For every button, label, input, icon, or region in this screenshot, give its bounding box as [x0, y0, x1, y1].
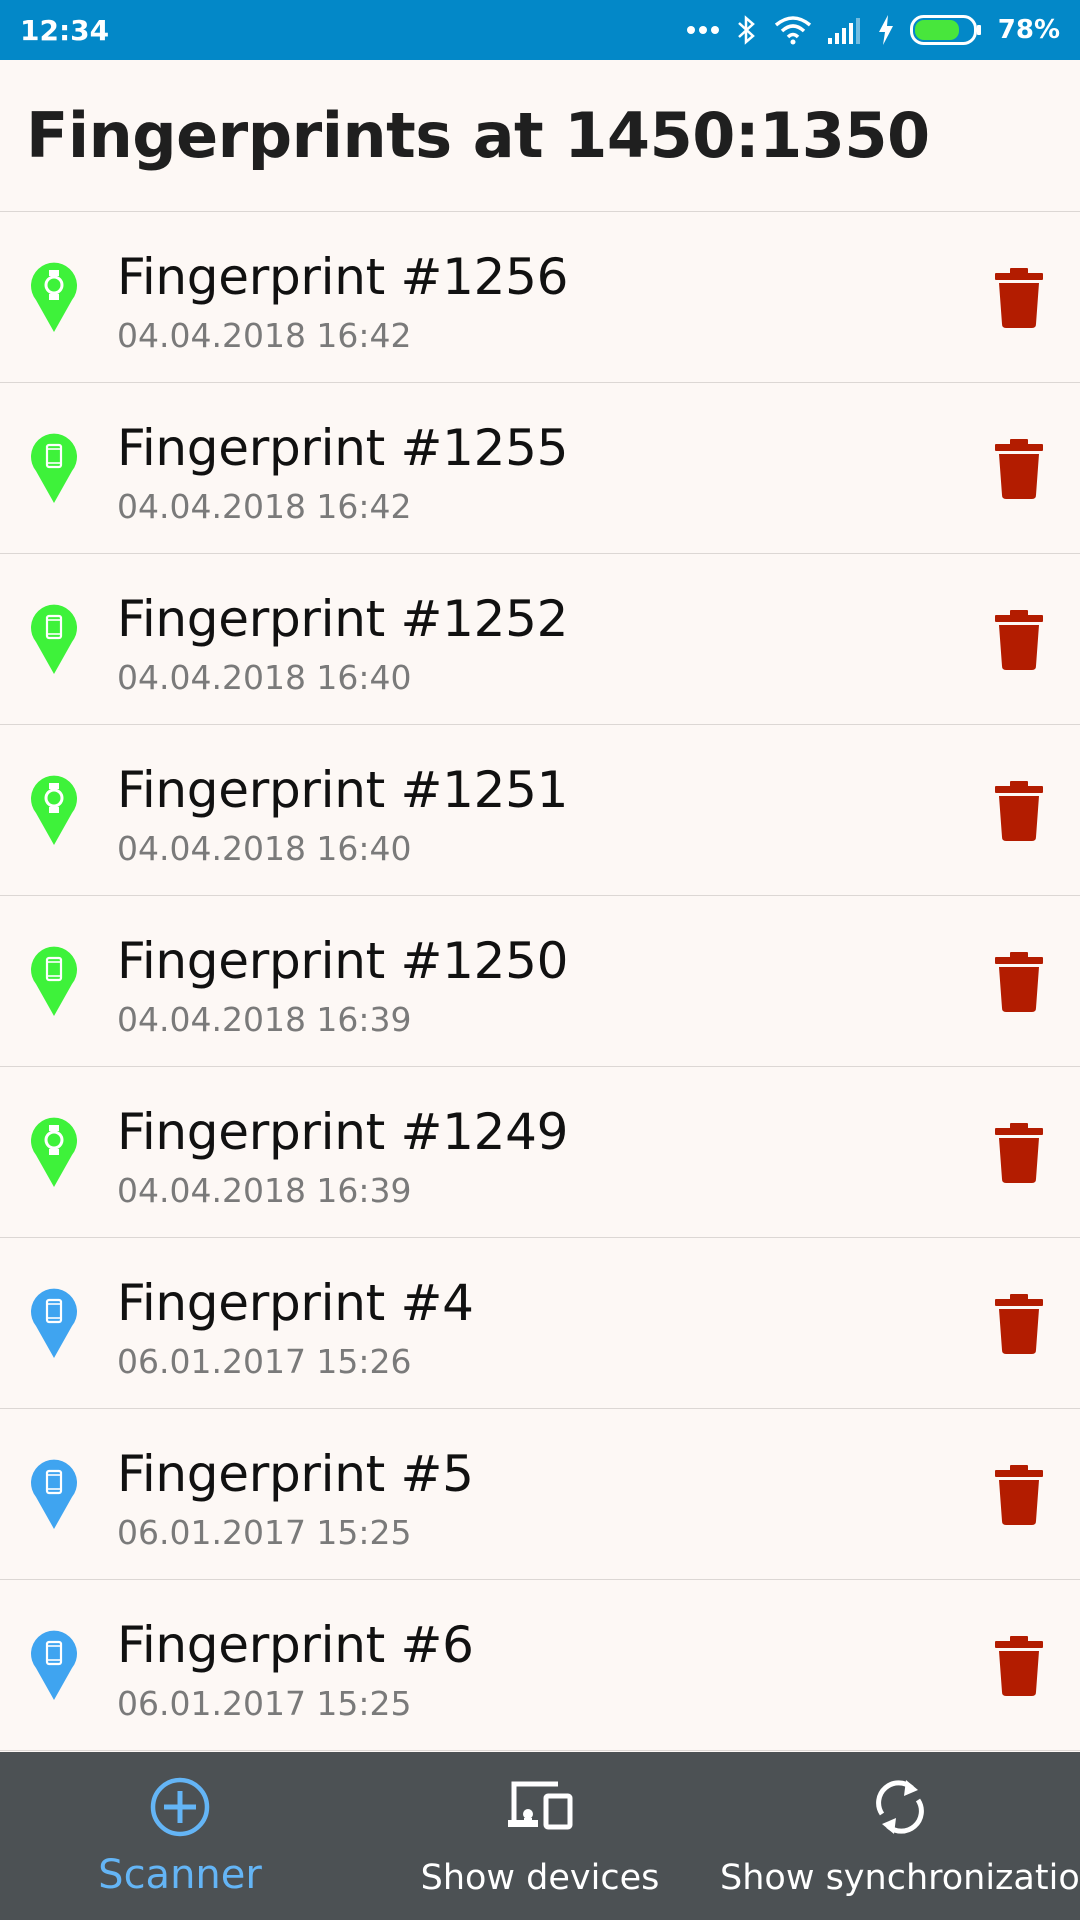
fingerprint-title: Fingerprint #1255	[117, 419, 569, 477]
fingerprint-date: 06.01.2017 15:26	[117, 1342, 412, 1381]
nav-show-synchronization-label: Show synchronization	[720, 1858, 1080, 1898]
charging-icon	[878, 15, 893, 45]
fingerprint-title: Fingerprint #5	[117, 1445, 474, 1503]
signal-icon	[827, 18, 860, 44]
watch-location-pin-icon	[31, 775, 78, 845]
fingerprint-title: Fingerprint #1250	[117, 932, 569, 990]
fingerprint-date: 06.01.2017 15:25	[117, 1684, 412, 1723]
list-item[interactable]: Fingerprint #4 06.01.2017 15:26	[0, 1238, 1080, 1409]
fingerprint-date: 06.01.2017 15:25	[117, 1513, 412, 1552]
list-item[interactable]: Fingerprint #1249 04.04.2018 16:39	[0, 1067, 1080, 1238]
trash-icon[interactable]	[994, 952, 1044, 1012]
sync-icon	[876, 1780, 924, 1834]
nav-show-devices[interactable]: Show devices	[360, 1752, 720, 1920]
fingerprint-date: 04.04.2018 16:40	[117, 829, 412, 868]
list-item[interactable]: Fingerprint #1250 04.04.2018 16:39	[0, 896, 1080, 1067]
phone-location-pin-icon	[31, 1288, 78, 1358]
list-item[interactable]: Fingerprint #1255 04.04.2018 16:42	[0, 383, 1080, 554]
trash-icon[interactable]	[994, 1465, 1044, 1525]
bluetooth-icon	[737, 15, 755, 45]
fingerprint-title: Fingerprint #1256	[117, 248, 569, 306]
phone-location-pin-icon	[31, 433, 78, 503]
list-item[interactable]: Fingerprint #1251 04.04.2018 16:40	[0, 725, 1080, 896]
fingerprint-title: Fingerprint #4	[117, 1274, 474, 1332]
phone-location-pin-icon	[31, 946, 78, 1016]
wifi-icon	[774, 16, 811, 45]
fingerprint-title: Fingerprint #1252	[117, 590, 569, 648]
add-circle-icon	[150, 1777, 210, 1837]
phone-location-pin-icon	[31, 604, 78, 674]
watch-location-pin-icon	[31, 262, 78, 332]
trash-icon[interactable]	[994, 610, 1044, 670]
watch-location-pin-icon	[31, 1117, 78, 1187]
devices-icon	[508, 1781, 573, 1830]
trash-icon[interactable]	[994, 268, 1044, 328]
trash-icon[interactable]	[994, 1123, 1044, 1183]
fingerprint-title: Fingerprint #1249	[117, 1103, 569, 1161]
list-item[interactable]: Fingerprint #6 06.01.2017 15:25	[0, 1580, 1080, 1751]
nav-scanner[interactable]: Scanner	[0, 1752, 360, 1920]
bottom-nav: Scanner Show devices Show synchronizatio…	[0, 1752, 1080, 1920]
fingerprint-date: 04.04.2018 16:40	[117, 658, 412, 697]
nav-show-synchronization[interactable]: Show synchronization	[720, 1752, 1080, 1920]
phone-location-pin-icon	[31, 1459, 78, 1529]
fingerprint-title: Fingerprint #6	[117, 1616, 474, 1674]
status-time: 12:34	[20, 13, 110, 47]
list-item[interactable]: Fingerprint #1256 04.04.2018 16:42	[0, 212, 1080, 383]
phone-location-pin-icon	[31, 1630, 78, 1700]
fingerprint-date: 04.04.2018 16:42	[117, 487, 412, 526]
nav-show-devices-label: Show devices	[420, 1858, 660, 1898]
fingerprint-date: 04.04.2018 16:39	[117, 1171, 412, 1210]
trash-icon[interactable]	[994, 1294, 1044, 1354]
fingerprint-title: Fingerprint #1251	[117, 761, 569, 819]
status-bar: 12:34 78%	[0, 0, 1080, 60]
status-icons: 78%	[686, 14, 1060, 46]
fingerprint-list: Fingerprint #1256 04.04.2018 16:42 Fingerp…	[0, 212, 1080, 1751]
header: Fingerprints at 1450:1350	[0, 60, 1080, 212]
list-item[interactable]: Fingerprint #1252 04.04.2018 16:40	[0, 554, 1080, 725]
list-item[interactable]: Fingerprint #5 06.01.2017 15:25	[0, 1409, 1080, 1580]
trash-icon[interactable]	[994, 781, 1044, 841]
nav-scanner-label: Scanner	[98, 1852, 262, 1898]
page-title: Fingerprints at 1450:1350	[26, 99, 930, 172]
trash-icon[interactable]	[994, 1636, 1044, 1696]
fingerprint-date: 04.04.2018 16:42	[117, 316, 412, 355]
battery-icon	[909, 15, 981, 45]
battery-percent: 78%	[997, 15, 1060, 45]
more-dots-icon	[686, 26, 719, 34]
trash-icon[interactable]	[994, 439, 1044, 499]
fingerprint-date: 04.04.2018 16:39	[117, 1000, 412, 1039]
screen: 12:34 78% Fingerprints at 1450:1350 Fing…	[0, 0, 1080, 1920]
